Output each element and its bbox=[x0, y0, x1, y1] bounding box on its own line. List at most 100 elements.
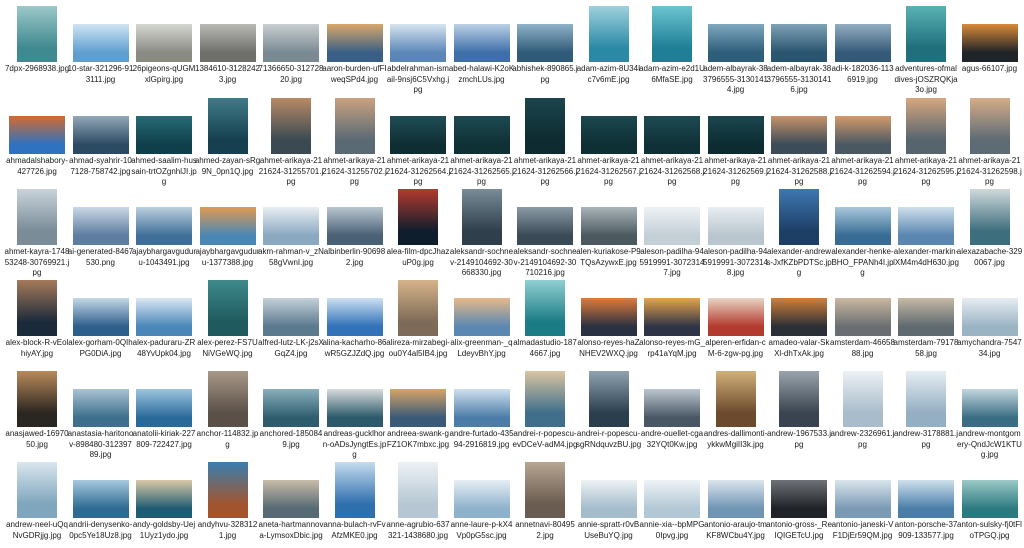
file-item[interactable]: alex-block-R-vEolhiyAY.jpg bbox=[5, 276, 69, 358]
file-item[interactable]: ahmed-saalim-hussain-trtOZgnhlJI.jpg bbox=[131, 94, 197, 186]
file-item[interactable]: ahmet-arikaya-2121624-31262566.jpg bbox=[513, 94, 577, 186]
file-thumbnail[interactable] bbox=[644, 207, 700, 245]
file-thumbnail[interactable] bbox=[771, 116, 827, 154]
file-item[interactable]: 26pigeons-qUGMxlGpirg.jpg bbox=[132, 2, 196, 84]
file-item[interactable]: alina-kacharho-86wR5GZJZdQ.jpg bbox=[322, 276, 387, 358]
file-item[interactable]: andy-goldsby-Uej1Uyz1ydo.jpg bbox=[132, 458, 196, 540]
file-item[interactable]: adam-azim-8U34Ic7v6mE.jpg bbox=[577, 2, 641, 84]
file-thumbnail[interactable] bbox=[834, 480, 891, 518]
file-item[interactable]: 7dpx-2968938.jpg bbox=[5, 2, 69, 73]
file-item[interactable]: aleson-padilha-945919991-30723148.jpg bbox=[703, 185, 768, 277]
file-thumbnail[interactable] bbox=[771, 24, 827, 62]
file-thumbnail[interactable] bbox=[771, 298, 827, 336]
file-thumbnail[interactable] bbox=[334, 98, 375, 154]
file-thumbnail[interactable] bbox=[199, 207, 256, 245]
file-thumbnail[interactable] bbox=[326, 298, 383, 336]
file-item[interactable]: anne-laure-p-kX4Vp0pG5sc.jpg bbox=[450, 458, 514, 540]
file-thumbnail[interactable] bbox=[906, 6, 946, 62]
file-thumbnail[interactable] bbox=[461, 189, 502, 245]
file-item[interactable]: alexander-markin-lXM4m4dH630.jpg bbox=[893, 185, 959, 267]
file-thumbnail[interactable] bbox=[136, 207, 192, 245]
file-item[interactable]: anna-bulach-rvFvAfzMKE0.jpg bbox=[323, 458, 387, 540]
file-item[interactable]: anchored-1850849.jpg bbox=[259, 367, 323, 449]
file-item[interactable]: amadeo-valar-SkXl-dhTxAk.jpg bbox=[767, 276, 831, 358]
file-thumbnail[interactable] bbox=[961, 24, 1018, 62]
file-thumbnail[interactable] bbox=[334, 462, 375, 518]
file-item[interactable]: andreea-swank-gFZ1OK7mbxc.jpg bbox=[386, 367, 450, 449]
file-thumbnail[interactable] bbox=[707, 207, 764, 245]
file-thumbnail[interactable] bbox=[834, 207, 891, 245]
file-thumbnail[interactable] bbox=[834, 298, 891, 336]
file-item[interactable]: alireza-mirzabegi-ou0Y4al5IB4.jpg bbox=[386, 276, 450, 358]
file-item[interactable]: alex-paduraru-ZR48YvUpk04.jpg bbox=[132, 276, 196, 358]
file-thumbnail[interactable] bbox=[72, 389, 129, 427]
file-thumbnail[interactable] bbox=[969, 98, 1010, 154]
file-item[interactable]: anatolii-kiriak-227809-722427.jpg bbox=[132, 367, 196, 449]
file-item[interactable]: antonio-janeski-VF1DjEr59QM.jpg bbox=[831, 458, 895, 540]
file-item[interactable]: amsterdam-4665888.jpg bbox=[830, 276, 895, 358]
file-thumbnail[interactable] bbox=[199, 24, 256, 62]
file-item[interactable]: alexander-henke-BHO_FPANh4I.jpg bbox=[831, 185, 895, 277]
file-item[interactable]: antonio-araujo-tmKF8WCbu4Y.jpg bbox=[704, 458, 768, 540]
file-thumbnail[interactable] bbox=[898, 298, 954, 336]
file-thumbnail[interactable] bbox=[453, 480, 510, 518]
file-thumbnail[interactable] bbox=[644, 298, 700, 336]
file-thumbnail[interactable] bbox=[263, 480, 319, 518]
file-thumbnail[interactable] bbox=[453, 116, 510, 154]
file-thumbnail[interactable] bbox=[707, 24, 764, 62]
file-thumbnail[interactable] bbox=[898, 207, 954, 245]
file-item[interactable]: andrei-r-popescu-sgRNdquvzBU.jpg bbox=[576, 367, 641, 449]
file-item[interactable]: ahmet-arikaya-2121624-31262569.jpg bbox=[703, 94, 768, 186]
file-item[interactable]: alea-film-dpcJhazuP0g.jpg bbox=[386, 185, 450, 267]
file-item[interactable]: alexander-andrews-JxfKZbPDTSc.jpg bbox=[766, 185, 832, 277]
file-item[interactable]: ahmet-arikaya-2121624-31262564.jpg bbox=[386, 94, 450, 186]
file-thumbnail[interactable] bbox=[525, 371, 565, 427]
file-item[interactable]: anne-agrubio-637321-1438680.jpg bbox=[386, 458, 450, 540]
file-thumbnail[interactable] bbox=[72, 298, 129, 336]
file-thumbnail[interactable] bbox=[72, 207, 129, 245]
file-thumbnail[interactable] bbox=[842, 371, 883, 427]
file-thumbnail[interactable] bbox=[9, 116, 65, 154]
file-item[interactable]: anastasia-haritonov-898480-31239789.jpg bbox=[68, 367, 133, 459]
file-thumbnail[interactable] bbox=[398, 462, 438, 518]
file-thumbnail[interactable] bbox=[525, 462, 565, 518]
file-thumbnail[interactable] bbox=[580, 480, 637, 518]
file-item[interactable]: andres-dallimonti-ykkwMgiII3k.jpg bbox=[704, 367, 768, 449]
file-item[interactable]: albinberlin-906982.jpg bbox=[323, 185, 387, 267]
file-item[interactable]: anasjawed-1697050.jpg bbox=[5, 367, 69, 449]
file-item[interactable]: aneta-hartmannova-LymsoxDbic.jpg bbox=[259, 458, 323, 540]
file-thumbnail[interactable] bbox=[390, 389, 446, 427]
file-item[interactable]: almadastudio-1874667.jpg bbox=[513, 276, 577, 358]
file-item[interactable]: alexazabache-3290067.jpg bbox=[957, 185, 1022, 267]
file-thumbnail[interactable] bbox=[263, 389, 319, 427]
file-item[interactable]: 71366650-31272820.jpg bbox=[259, 2, 323, 84]
file-thumbnail[interactable] bbox=[898, 480, 954, 518]
file-item[interactable]: aleson-padilha-945919991-30723147.jpg bbox=[640, 185, 704, 277]
file-thumbnail[interactable] bbox=[17, 371, 57, 427]
file-item[interactable]: abhishek-890865.jpg bbox=[512, 2, 578, 84]
file-item[interactable]: ahmet-arikaya-2121624-31262588.jpg bbox=[767, 94, 831, 186]
file-thumbnail[interactable] bbox=[525, 280, 565, 336]
file-item[interactable]: ahmet-arikaya-2121624-31255701.jpg bbox=[259, 94, 323, 186]
file-thumbnail[interactable] bbox=[136, 298, 192, 336]
file-item[interactable]: annetnavi-804952.jpg bbox=[513, 458, 577, 540]
file-item[interactable]: alen-kuriakose-P9TQsAzywxE.jpg bbox=[576, 185, 641, 267]
file-thumbnail[interactable] bbox=[644, 480, 700, 518]
file-item[interactable]: ajaybhargavguduru-1377388.jpg bbox=[195, 185, 260, 267]
file-item[interactable]: adventures-ofmaldives-jOSZRQKja3o.jpg bbox=[894, 2, 958, 94]
file-thumbnail[interactable] bbox=[707, 298, 764, 336]
file-item[interactable]: alonso-reyes-mG_rp41aYqM.jpg bbox=[639, 276, 705, 358]
file-thumbnail[interactable] bbox=[17, 280, 57, 336]
file-item[interactable]: andyhvu-3283121.jpg bbox=[196, 458, 260, 540]
file-thumbnail[interactable] bbox=[961, 389, 1018, 427]
file-item[interactable]: adam-azim-e2d1U6MfaSE.jpg bbox=[639, 2, 705, 84]
file-item[interactable]: andrii-denysenko-0pc5Ye18Uz8.jpg bbox=[69, 458, 133, 540]
file-item[interactable]: adem-albayrak-383796555-31301414.jpg bbox=[703, 2, 768, 94]
file-thumbnail[interactable] bbox=[652, 6, 692, 62]
file-thumbnail[interactable] bbox=[17, 189, 57, 245]
file-item[interactable]: andrew-1967533.jpg bbox=[767, 367, 831, 449]
file-item[interactable]: ahmet-arikaya-2121624-31262565.jpg bbox=[449, 94, 514, 186]
file-thumbnail[interactable] bbox=[207, 280, 248, 336]
file-item[interactable]: alex-perez-FS7UNiVGeWQ.jpg bbox=[196, 276, 260, 358]
file-item[interactable]: agus-66107.jpg bbox=[958, 2, 1022, 73]
